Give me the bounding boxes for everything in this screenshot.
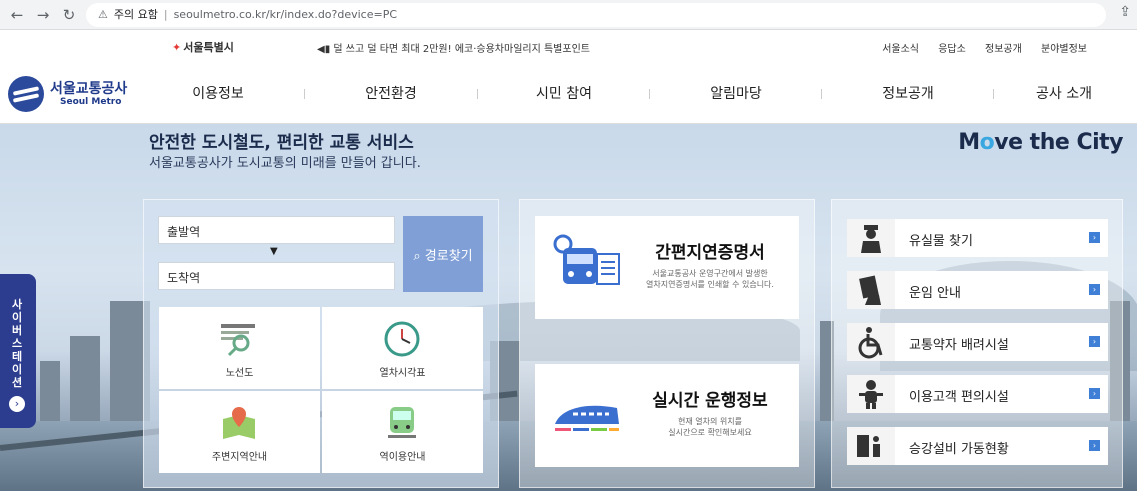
notice-text: 덜 쓰고 덜 타면 최대 2만원! 에코·승용차마일리지 특별포인트 [333,44,590,55]
warning-icon: ⚠ [98,8,108,21]
delay-certificate-desc: 서울교통공사 운영구간에서 발생한 열차지연증명서를 인쇄할 수 있습니다. [646,269,774,289]
speaker-icon: ◀▮ [317,44,334,55]
browser-toolbar: ← → ↻ ⚠ 주의 요함 | seoulmetro.co.kr/kr/index.d… [0,0,1137,30]
route-search-button[interactable]: ⌕ 경로찾기 [403,216,483,292]
realtime-info-desc: 현재 열차의 위치를 실시간으로 확인해보세요 [668,417,752,437]
hero-title: 안전한 도시철도, 편리한 교통 서비스 [149,133,414,153]
utility-bar: ✦ 서울특별시 ◀▮ 덜 쓰고 덜 타면 최대 2만원! 에코·승용차마일리지 특… [0,30,1137,62]
clock-icon [384,321,420,357]
utility-links: 서울소식 응답소 정보공개 분야별정보 [866,40,1087,55]
reload-icon[interactable]: ↻ [58,4,80,26]
wheelchair-icon [847,323,895,361]
realtime-info-card[interactable]: 실시간 운행정보 현재 열차의 위치를 실시간으로 확인해보세요 [535,364,799,467]
logo-korean-text: 서울교통공사 [50,81,128,97]
officer-icon [847,219,895,257]
departure-station-input[interactable]: 출발역 [158,216,395,244]
quick-link-route-map[interactable]: 노선도 [159,307,320,389]
util-link-news[interactable]: 서울소식 [882,44,919,55]
baby-care-icon [847,375,895,413]
arrival-station-input[interactable]: 도착역 [158,262,395,290]
forward-icon[interactable]: → [32,4,54,26]
bullet-train-icon [555,405,619,431]
service-convenience[interactable]: 이용고객 편의시설 › [847,375,1108,413]
arrow-right-icon: › [1089,232,1100,243]
train-icon [388,407,416,438]
arrow-right-icon: › [1089,388,1100,399]
seoul-city-label: 서울특별시 [183,41,234,54]
url-text: seoulmetro.co.kr/kr/index.do?device=PC [173,8,398,21]
arrow-right-icon: › [1089,336,1100,347]
delay-certificate-title: 간편지연증명서 [655,243,765,263]
service-lost-and-found[interactable]: 유실물 찾기 › [847,219,1108,257]
seoul-metro-emblem-icon [8,76,44,112]
route-map-icon [221,324,255,357]
back-icon[interactable]: ← [6,4,28,26]
share-icon[interactable]: ⇪ [1119,4,1131,20]
util-link-disclosure[interactable]: 정보공개 [985,44,1022,55]
cyber-station-tab[interactable]: 사이버스테이션 › [0,274,36,428]
nav-participation[interactable]: 시민 참여 [478,83,650,103]
search-icon: ⌕ [413,249,425,264]
security-label: 주의 요함 [113,8,158,21]
arrow-right-icon: › [1089,440,1100,451]
service-fare-info[interactable]: 운임 안내 › [847,271,1108,309]
util-link-field-info[interactable]: 분야별정보 [1041,44,1087,55]
util-link-response[interactable]: 응답소 [938,44,966,55]
nav-about[interactable]: 공사 소개 [994,83,1134,103]
nav-disclosure[interactable]: 정보공개 [822,83,994,103]
chevron-right-icon: › [9,396,25,412]
hero-subtitle: 서울교통공사가 도시교통의 미래를 만들어 갑니다. [149,156,421,171]
nav-notices[interactable]: 알림마당 [650,83,822,103]
service-accessibility[interactable]: 교통약자 배려시설 › [847,323,1108,361]
quick-link-nearby-area[interactable]: 주변지역안내 [159,391,320,473]
cyber-station-label: 사이버스테이션 [11,298,23,389]
arrow-right-icon: › [1089,284,1100,295]
quick-link-timetable[interactable]: 열차시각표 [322,307,483,389]
main-header: 서울교통공사 Seoul Metro 이용정보 안전환경 시민 참여 알림마당 … [0,62,1137,124]
down-arrow-icon: ▼ [270,246,278,257]
realtime-info-title: 실시간 운행정보 [652,391,768,411]
elevator-icon [847,427,895,465]
address-bar[interactable]: ⚠ 주의 요함 | seoulmetro.co.kr/kr/index.do?devi… [86,3,1106,27]
nav-safety[interactable]: 안전환경 [305,83,477,103]
seoul-city-logo[interactable]: ✦ 서울특별시 [172,39,234,55]
ticket-hand-icon [847,271,895,309]
train-certificate-icon [553,234,620,285]
logo-english-text: Seoul Metro [60,97,122,107]
nav-usage-info[interactable]: 이용정보 [132,83,304,103]
quick-link-station-guide[interactable]: 역이용안내 [322,391,483,473]
delay-certificate-card[interactable]: 간편지연증명서 서울교통공사 운영구간에서 발생한 열차지연증명서를 인쇄할 수 … [535,216,799,319]
main-navigation: 이용정보 안전환경 시민 참여 알림마당 정보공개 공사 소개 [130,62,1137,124]
move-the-city-logo: Move the City [958,130,1123,155]
map-pin-icon [223,407,255,439]
notice-banner[interactable]: ◀▮ 덜 쓰고 덜 타면 최대 2만원! 에코·승용차마일리지 특별포인트 [317,40,590,55]
service-elevator-status[interactable]: 승강설비 가동현황 › [847,427,1108,465]
